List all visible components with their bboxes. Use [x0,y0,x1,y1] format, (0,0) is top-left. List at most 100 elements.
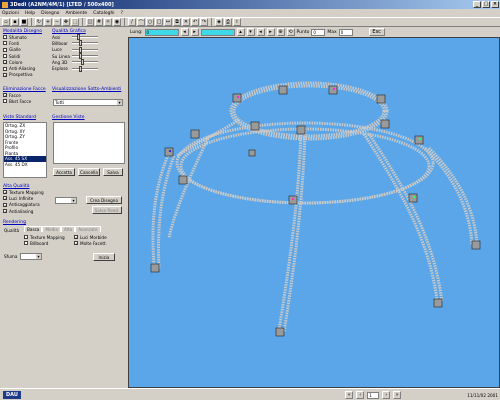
sotto-ambienti-select[interactable]: Tutti [53,99,123,106]
rendering-tab-1[interactable]: Media [42,226,61,232]
slider-thumb[interactable] [78,46,82,53]
slider-thumb[interactable] [81,59,85,66]
menu-help-question[interactable]: ? [121,11,123,16]
arrow-right-icon[interactable]: ▸ [266,28,275,36]
max-field[interactable]: 0 [338,28,353,36]
checkbox-icon[interactable] [3,35,7,40]
last-page-icon[interactable]: » [393,391,402,399]
light-icon[interactable]: ☼ [104,18,112,26]
rendering-tab-2[interactable]: Alta [60,226,76,232]
undo-icon[interactable]: ↶ [191,18,199,26]
qualita-slider-5[interactable]: Esplose [52,65,126,72]
modalita-option-6[interactable]: ✓ Prospettiva [3,72,43,78]
rendering-option-3[interactable]: ✓ Molte Facett. [74,240,124,246]
slider-track[interactable] [72,34,98,41]
crea-disegno-button[interactable]: Crea Disegno [86,196,122,204]
close-button[interactable]: × [491,1,499,8]
render-icon[interactable]: ◈ [215,18,223,26]
menu-opzioni[interactable]: Opzioni [2,11,19,16]
slider-thumb[interactable] [78,65,82,72]
checkbox-icon[interactable]: ✓ [74,241,78,246]
move-icon[interactable]: ↔ [164,18,172,26]
angle-field[interactable] [200,28,235,36]
gestione-viste-list[interactable] [53,122,125,164]
checkbox-icon[interactable] [3,99,7,104]
rendering-option-2[interactable]: Billboard [24,240,74,246]
slider-track[interactable] [72,65,98,72]
step-right-icon[interactable]: ▸ [190,28,199,36]
viste-item[interactable]: Ass. 45 DX [4,162,46,168]
checkbox-icon[interactable] [24,241,28,246]
cancella-button[interactable]: Cancella [78,168,100,176]
cube-icon[interactable]: ◫ [86,18,94,26]
luci-select[interactable] [55,197,77,204]
inizia-button[interactable]: Inizia [93,253,115,261]
prev-page-icon[interactable]: ‹ [356,391,365,399]
rotate-icon[interactable]: ↻ [35,18,43,26]
rendering-tab-0[interactable]: Bassa [24,226,43,232]
checkbox-icon[interactable]: ✓ [3,209,7,214]
zoom-in-icon[interactable]: + [44,18,52,26]
box-icon[interactable]: □ [155,18,163,26]
3d-viewport[interactable] [128,37,500,388]
slider-thumb[interactable] [78,53,82,60]
open-icon[interactable]: ▪ [11,18,19,26]
arrow-up-icon[interactable]: ▴ [236,28,245,36]
checkbox-icon[interactable]: ✓ [3,202,7,207]
select-icon[interactable]: ⬚ [71,18,79,26]
punto-field[interactable]: 0 [311,28,326,36]
redo-icon[interactable]: ↷ [200,18,208,26]
menu-ambiente[interactable]: Ambiente [65,11,87,16]
step-left-icon[interactable]: ◂ [180,28,189,36]
checkbox-icon[interactable]: ✓ [3,93,7,98]
elimina-option-1[interactable]: Bkst Facce [3,98,47,104]
slider-track[interactable] [72,40,98,47]
checkbox-icon[interactable]: ✓ [3,60,7,65]
checkbox-icon[interactable] [24,235,28,240]
accetta-button[interactable]: Accetta [53,168,75,176]
info-icon[interactable]: i [233,18,241,26]
checkbox-icon[interactable] [3,54,7,59]
grid-icon[interactable]: # [95,18,103,26]
lung-field[interactable]: 0 [144,28,179,36]
arc-icon[interactable]: ⌒ [137,18,145,26]
checkbox-icon[interactable]: ✓ [3,190,7,195]
sfuma-select[interactable] [20,253,42,260]
new-icon[interactable]: ▫ [2,18,10,26]
checkbox-icon[interactable] [3,41,7,46]
next-page-icon[interactable]: › [382,391,391,399]
salva-button[interactable]: Salva [103,168,123,176]
copy-icon[interactable]: ⧉ [173,18,181,26]
checkbox-icon[interactable]: ✓ [74,235,78,240]
viste-list[interactable]: Ortog. ZX Ortog. XY Ortog. ZY Fronte Profilo… [3,122,47,178]
delete-icon[interactable]: ✕ [182,18,190,26]
reset-icon[interactable]: ⟲ [286,28,295,36]
salva-rend-button[interactable]: Salva Rend. [92,206,122,214]
maximize-button[interactable]: □ [482,1,490,8]
camera-icon[interactable]: ◉ [113,18,121,26]
print-icon[interactable]: ⎙ [224,18,232,26]
slider-thumb[interactable] [76,34,80,41]
first-page-icon[interactable]: « [345,391,354,399]
menu-help[interactable]: Help [25,11,35,16]
zoom-out-icon[interactable]: − [53,18,61,26]
rendering-tab-3[interactable]: Avanzate [75,226,101,232]
circle-icon[interactable]: ○ [146,18,154,26]
checkbox-icon[interactable]: ✓ [3,72,7,77]
slider-thumb[interactable] [78,40,82,47]
checkbox-icon[interactable]: ✓ [3,196,7,201]
menu-disegno[interactable]: Disegno [41,11,59,16]
page-field[interactable]: 1 [367,391,380,399]
checkbox-icon[interactable] [3,47,7,52]
minimize-button[interactable]: _ [473,1,481,8]
slider-track[interactable] [72,53,98,60]
zoom-icon[interactable]: ⊕ [276,28,285,36]
menu-cataloghi[interactable]: Cataloghi [93,11,114,16]
arrow-down-icon[interactable]: ▾ [246,28,255,36]
exit-button[interactable]: Esc [368,28,385,36]
pan-icon[interactable]: ✥ [62,18,70,26]
line-icon[interactable]: / [128,18,136,26]
arrow-left-icon[interactable]: ◂ [256,28,265,36]
checkbox-icon[interactable] [3,66,7,71]
slider-track[interactable] [72,46,98,53]
